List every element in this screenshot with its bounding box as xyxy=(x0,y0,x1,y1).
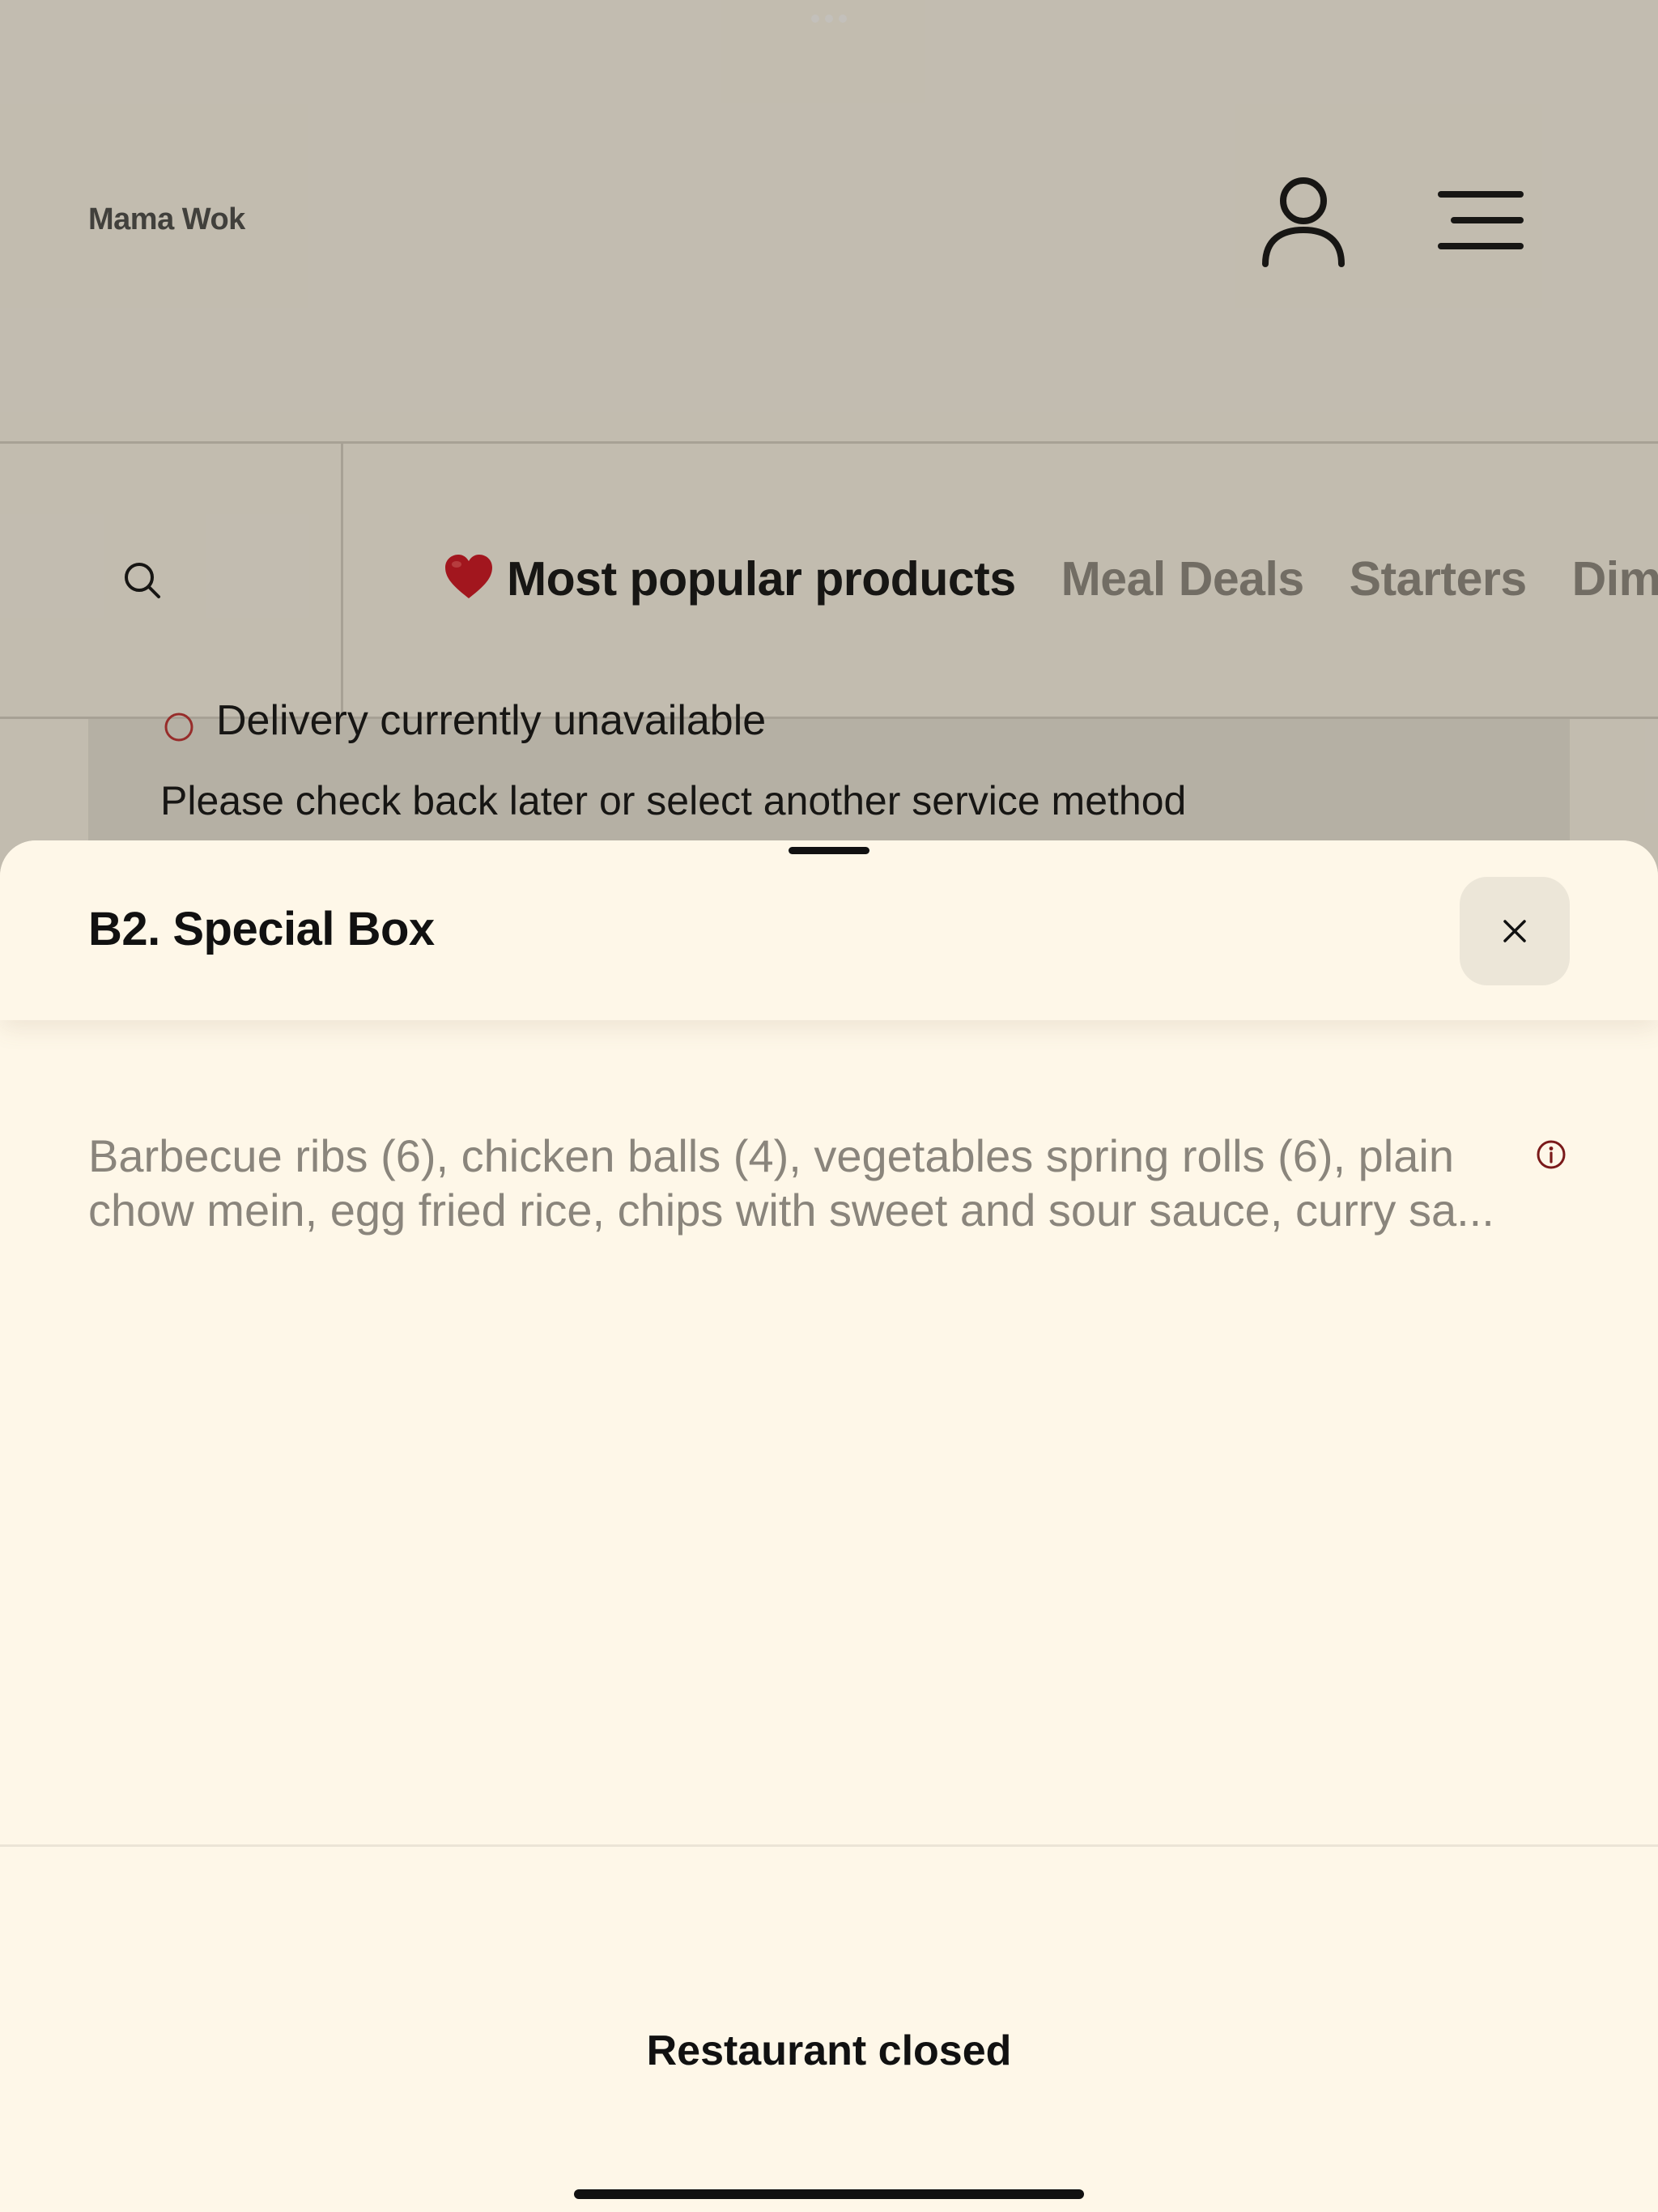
close-button[interactable] xyxy=(1460,877,1570,985)
product-title: B2. Special Box xyxy=(88,903,435,955)
close-icon xyxy=(1503,920,1526,942)
app-screen: Mama Wok Most popular products Meal Deal… xyxy=(0,0,1658,2212)
product-description: Barbecue ribs (6), chicken balls (4), ve… xyxy=(88,1130,1494,1236)
home-indicator[interactable] xyxy=(574,2189,1084,2199)
restaurant-status: Restaurant closed xyxy=(646,2027,1012,2074)
sheet-header: B2. Special Box xyxy=(0,840,1658,1020)
product-sheet: B2. Special Box Barbecue ribs (6), chick… xyxy=(0,840,1658,2212)
sheet-footer: Restaurant closed xyxy=(0,1844,1658,2212)
sheet-grabber[interactable] xyxy=(789,847,869,854)
info-icon[interactable] xyxy=(1536,1139,1567,1170)
